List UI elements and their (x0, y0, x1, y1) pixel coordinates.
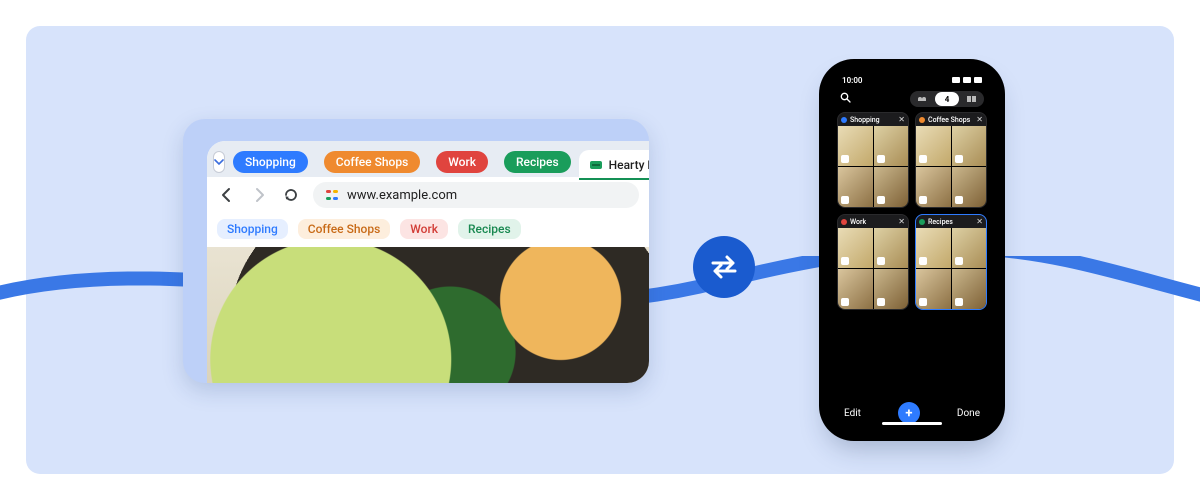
address-field[interactable]: www.example.com (313, 182, 639, 208)
thumb (952, 228, 987, 268)
address-text: www.example.com (347, 188, 457, 203)
tab-switcher-toolbar: 4 (832, 88, 992, 110)
phone-mock: 10:00 4 Shopping✕ (826, 66, 998, 434)
bookmark-label: Shopping (227, 222, 278, 236)
segment-tab-count[interactable]: 4 (935, 92, 959, 106)
bookmark-label: Coffee Shops (308, 222, 380, 236)
thumb (838, 126, 873, 166)
page-content-image (207, 247, 649, 383)
site-settings-icon[interactable] (325, 188, 339, 202)
active-tab-title: Hearty Herb (609, 158, 649, 172)
desktop-browser-mock: Shopping Coffee Shops Work Recipes Heart… (183, 119, 649, 383)
close-icon[interactable]: ✕ (898, 217, 905, 226)
thumb (874, 228, 909, 268)
sync-icon (693, 236, 755, 298)
phone-group-coffee-shops[interactable]: Coffee Shops✕ (915, 112, 987, 208)
group-color-dot (841, 117, 847, 123)
phone-group-shopping[interactable]: Shopping✕ (837, 112, 909, 208)
food-photo-placeholder (207, 247, 649, 383)
tab-group-coffee-shops[interactable]: Coffee Shops (324, 151, 420, 173)
bookmark-groups-bar: Shopping Coffee Shops Work Recipes (207, 213, 649, 247)
edit-button[interactable]: Edit (844, 408, 861, 419)
tab-group-label: Recipes (516, 155, 559, 169)
bookmark-group-shopping[interactable]: Shopping (217, 219, 288, 239)
group-color-dot (841, 219, 847, 225)
thumb (952, 126, 987, 166)
thumb (874, 167, 909, 207)
thumb (952, 167, 987, 207)
bookmark-group-recipes[interactable]: Recipes (458, 219, 521, 239)
tab-groups-grid: Shopping✕ Coffee Shops✕ Work✕ Recipes✕ (832, 110, 992, 398)
group-title: Recipes (928, 218, 973, 226)
thumb (838, 269, 873, 309)
tab-view-segment[interactable]: 4 (910, 91, 984, 107)
thumb (874, 269, 909, 309)
bookmark-group-coffee-shops[interactable]: Coffee Shops (298, 219, 390, 239)
search-icon[interactable] (840, 92, 851, 106)
thumb (838, 167, 873, 207)
status-bar: 10:00 (832, 72, 992, 88)
thumb (874, 126, 909, 166)
thumb (838, 228, 873, 268)
home-indicator (882, 422, 942, 425)
done-button[interactable]: Done (957, 408, 980, 419)
segment-groups-icon[interactable] (960, 91, 984, 107)
address-bar-row: www.example.com (207, 177, 649, 213)
close-icon[interactable]: ✕ (976, 115, 983, 124)
group-title: Shopping (850, 116, 895, 124)
thumb (916, 126, 951, 166)
close-icon[interactable]: ✕ (898, 115, 905, 124)
group-color-dot (919, 219, 925, 225)
tab-group-shopping[interactable]: Shopping (233, 151, 308, 173)
back-button[interactable] (217, 185, 237, 205)
tab-bar: Shopping Coffee Shops Work Recipes Heart… (207, 141, 649, 177)
tabs-dropdown-button[interactable] (213, 151, 225, 173)
tab-group-label: Coffee Shops (336, 155, 408, 169)
group-color-dot (919, 117, 925, 123)
thumb (916, 167, 951, 207)
tab-group-recipes[interactable]: Recipes (504, 151, 571, 173)
signal-icon (952, 77, 960, 83)
new-tab-button[interactable]: + (898, 402, 920, 424)
active-tab[interactable]: Hearty Herb (579, 150, 649, 180)
phone-group-work[interactable]: Work✕ (837, 214, 909, 310)
illustration-stage: Shopping Coffee Shops Work Recipes Heart… (26, 26, 1174, 474)
favicon-icon (589, 158, 603, 172)
bookmark-label: Work (410, 222, 438, 236)
segment-private-icon[interactable] (910, 91, 934, 107)
battery-icon (974, 77, 982, 83)
thumb (916, 228, 951, 268)
thumb (916, 269, 951, 309)
group-title: Work (850, 218, 895, 226)
close-icon[interactable]: ✕ (976, 217, 983, 226)
wifi-icon (963, 77, 971, 83)
status-time: 10:00 (842, 76, 862, 85)
tab-group-work[interactable]: Work (436, 151, 488, 173)
tab-group-label: Shopping (245, 155, 296, 169)
phone-group-recipes[interactable]: Recipes✕ (915, 214, 987, 310)
forward-button[interactable] (249, 185, 269, 205)
reload-button[interactable] (281, 185, 301, 205)
group-title: Coffee Shops (928, 116, 973, 124)
bookmark-label: Recipes (468, 222, 511, 236)
tab-group-label: Work (448, 155, 476, 169)
bookmark-group-work[interactable]: Work (400, 219, 448, 239)
thumb (952, 269, 987, 309)
